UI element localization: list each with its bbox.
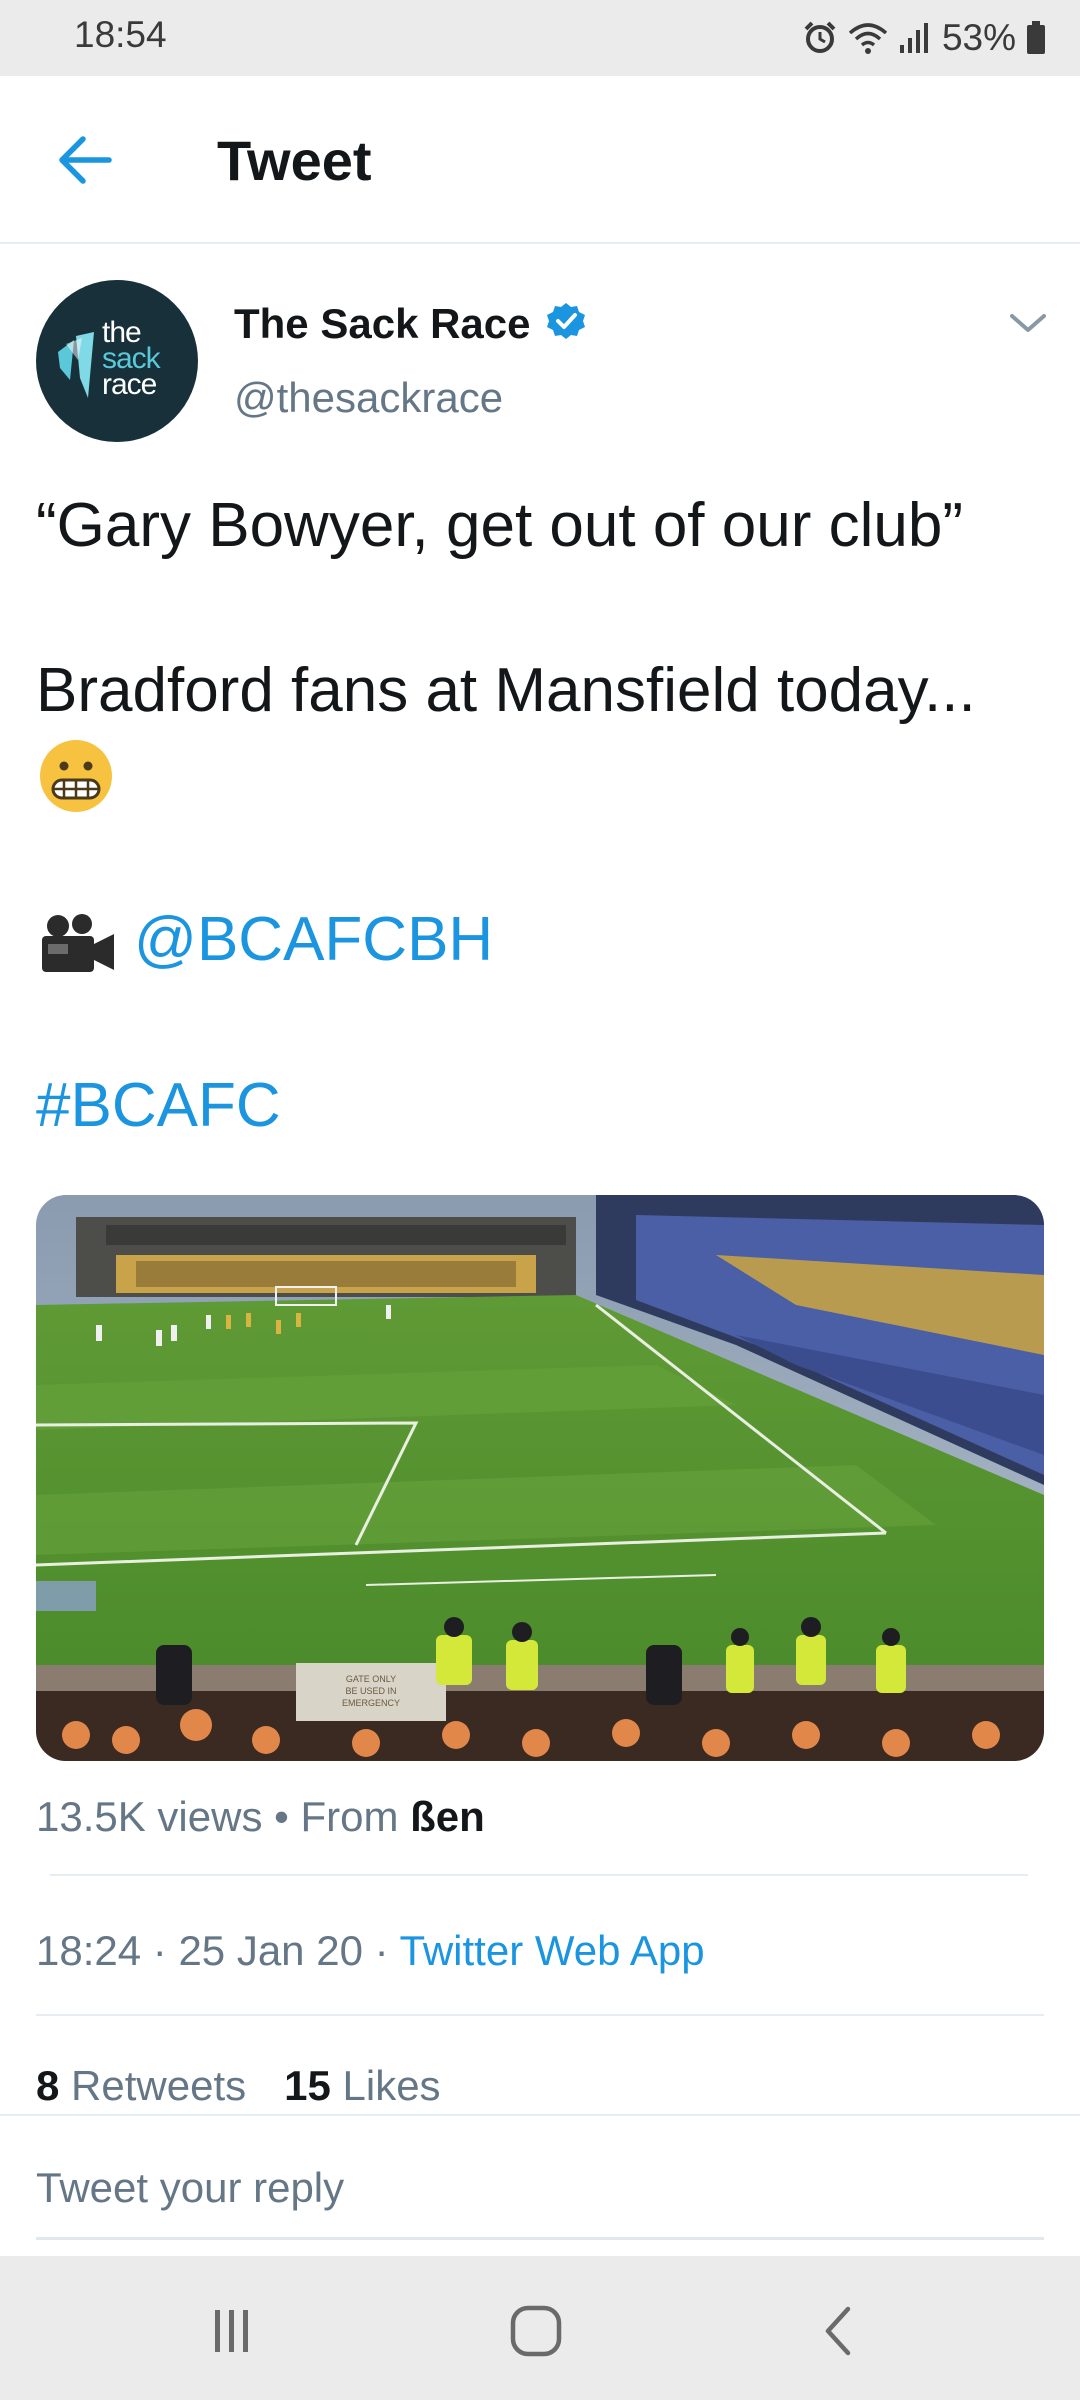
recent-apps-icon <box>215 2310 248 2352</box>
status-time: 18:54 <box>74 14 167 55</box>
tweet-text-line: “Gary Bowyer, get out of our club” <box>36 491 963 560</box>
alarm-icon <box>804 21 836 53</box>
separator-dot: · <box>141 1927 179 1974</box>
arrow-left-icon <box>59 136 112 184</box>
retweets-count: 8 <box>36 2062 60 2109</box>
system-back-button[interactable] <box>800 2296 880 2366</box>
separator-dot: · <box>362 1927 400 1974</box>
home-icon <box>510 2305 562 2357</box>
status-bar: 18:54 53% <box>0 0 1080 76</box>
likes-count: 15 <box>284 2062 331 2109</box>
divider <box>50 1874 1028 1876</box>
chevron-down-icon[interactable] <box>1008 308 1048 338</box>
avatar-logo-text: the sack race <box>102 318 161 401</box>
tweet-time: 18:24 <box>36 1927 142 1974</box>
avatar[interactable]: the sack race <box>36 280 198 442</box>
status-icons: 53% <box>802 16 1046 60</box>
top-app-bar: Tweet <box>0 76 1080 244</box>
back-button[interactable] <box>50 128 120 192</box>
grimacing-face-icon <box>40 740 112 812</box>
battery-icon <box>1027 21 1045 54</box>
engagement-stats: 8 Retweets 15 Likes <box>36 2062 441 2110</box>
banner-text-line: EMERGENCY <box>342 1698 400 1708</box>
tweet-date: 25 Jan 20 <box>178 1927 363 1974</box>
banner-text-line: GATE ONLY <box>346 1674 396 1684</box>
tweet-text-line: Bradford fans at Mansfield today... <box>36 656 976 725</box>
stadium-image: GATE ONLY BE USED IN EMERGENCY <box>36 1195 1044 1761</box>
timestamp-line: 18:24 · 25 Jan 20 · Twitter Web App <box>36 1927 705 1975</box>
views-line: 13.5K views • From ßen <box>36 1793 485 1841</box>
video-thumbnail[interactable]: GATE ONLY BE USED IN EMERGENCY <box>36 1195 1044 1761</box>
wifi-icon <box>848 23 888 54</box>
likes-stat[interactable]: 15 Likes <box>284 2062 440 2109</box>
back-icon <box>825 2306 851 2356</box>
view-count: 13.5K views <box>36 1793 263 1840</box>
recent-apps-button[interactable] <box>192 2296 272 2366</box>
source-app-link[interactable]: Twitter Web App <box>400 1927 705 1974</box>
retweets-stat[interactable]: 8 Retweets <box>36 2062 246 2109</box>
system-nav-bar <box>0 2256 1080 2400</box>
source-user-link[interactable]: ßen <box>410 1793 485 1840</box>
separator-dot: • <box>262 1793 301 1840</box>
home-button[interactable] <box>496 2296 576 2366</box>
logo-word-race: race <box>102 368 157 401</box>
page-title: Tweet <box>217 129 372 192</box>
movie-camera-icon <box>42 914 114 972</box>
likes-label: Likes <box>342 2062 441 2109</box>
mention-link[interactable]: @BCAFCBH <box>134 904 493 975</box>
battery-percent: 53% <box>941 17 1016 58</box>
signal-icon <box>899 23 928 53</box>
reply-placeholder: Tweet your reply <box>36 2164 345 2211</box>
from-label: From <box>300 1793 411 1840</box>
author-handle[interactable]: @thesackrace <box>234 374 503 422</box>
banner-text-line: BE USED IN <box>345 1686 396 1696</box>
retweets-label: Retweets <box>71 2062 247 2109</box>
hashtag-link[interactable]: #BCAFC <box>36 1070 281 1141</box>
verified-badge-icon <box>547 303 585 339</box>
reply-input[interactable]: Tweet your reply <box>36 2160 1044 2240</box>
divider <box>0 2114 1080 2116</box>
author-name[interactable]: The Sack Race <box>234 300 531 348</box>
divider <box>36 2014 1044 2016</box>
